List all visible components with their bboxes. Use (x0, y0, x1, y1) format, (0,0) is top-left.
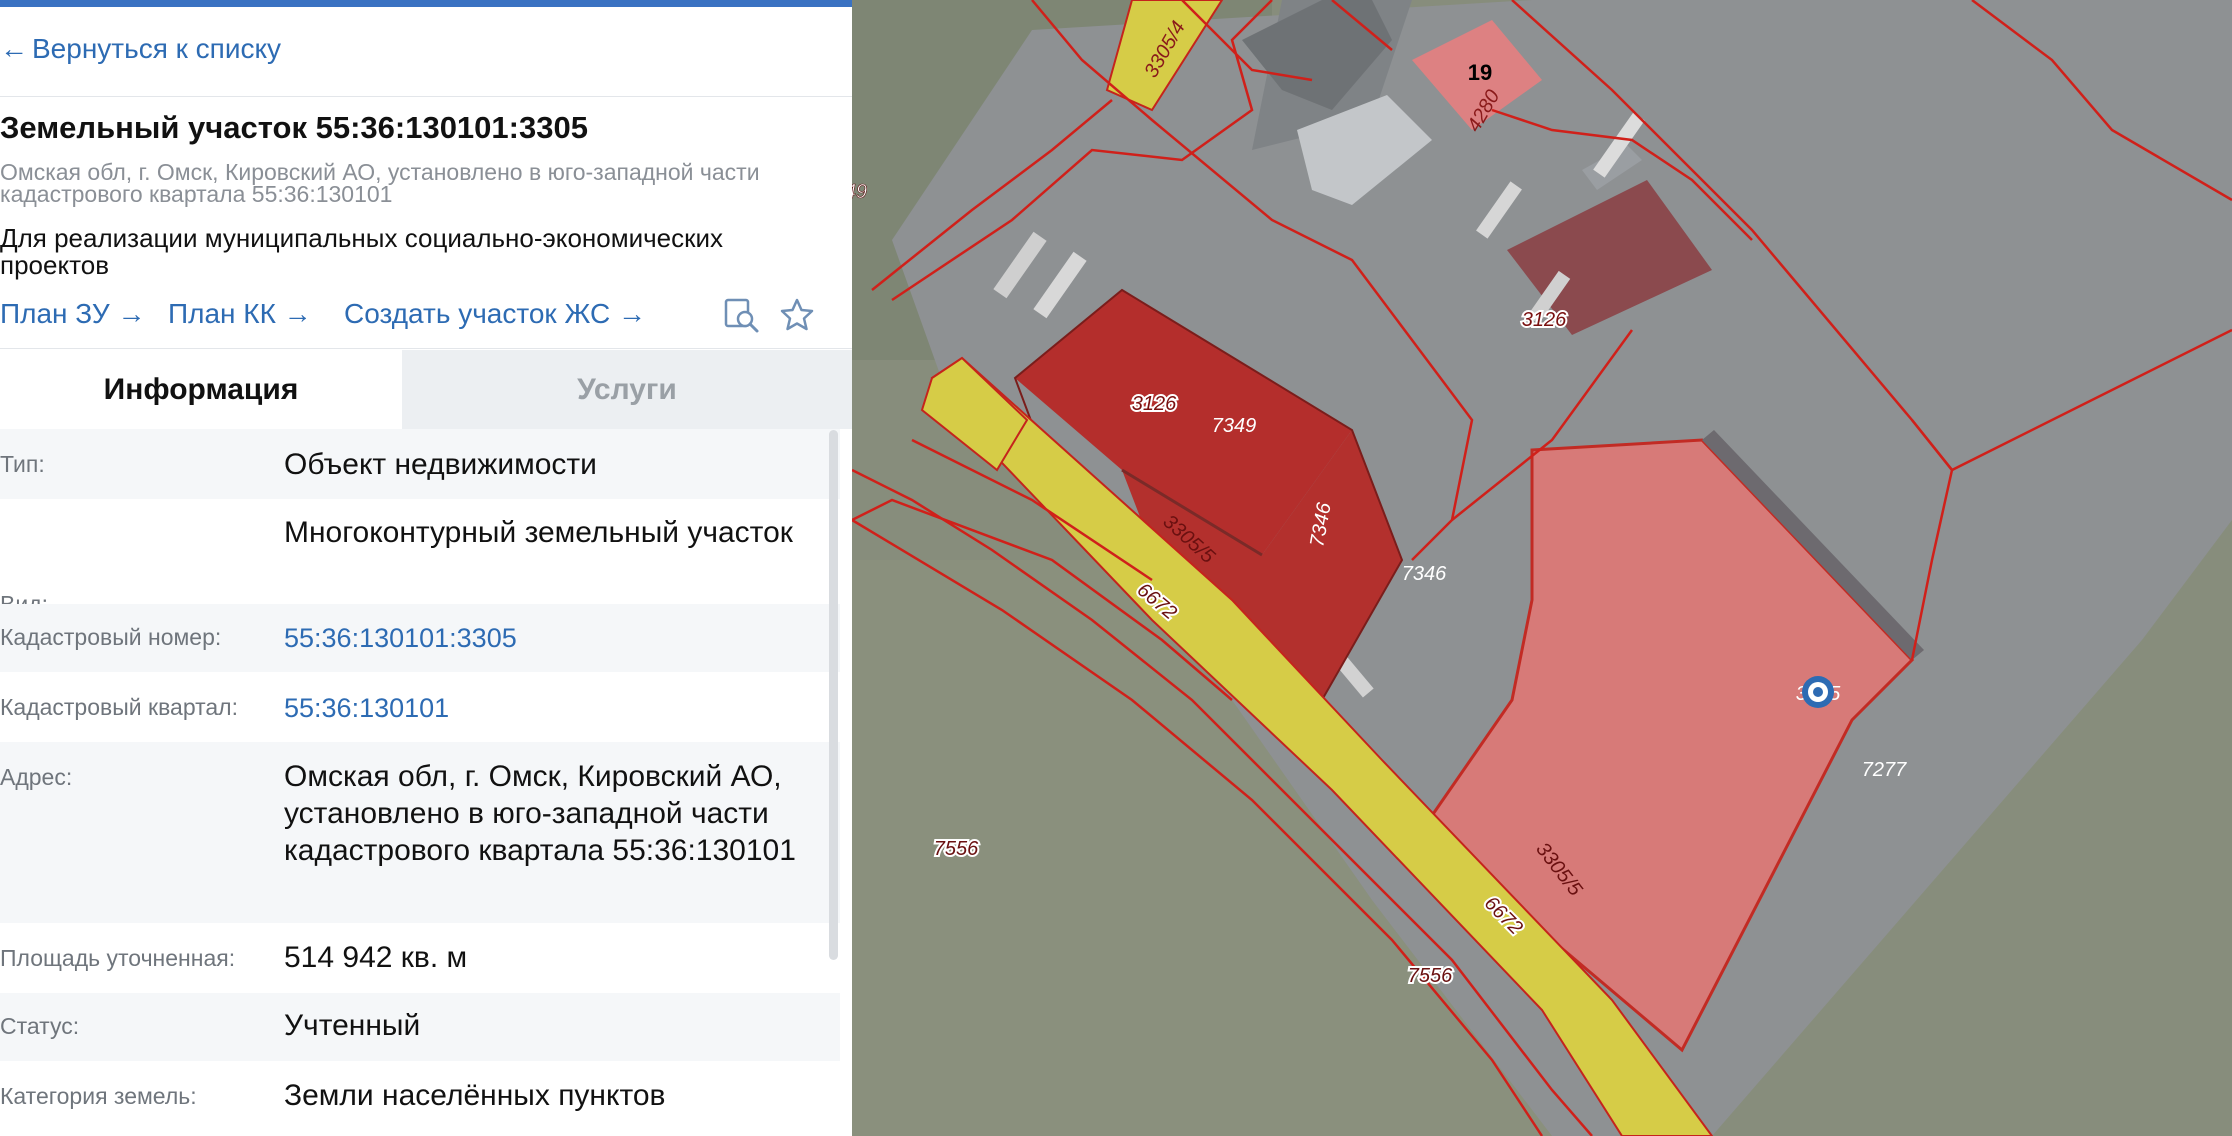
row-key: Тип: (0, 451, 45, 477)
create-zhs-label: Создать участок ЖС (344, 298, 611, 329)
row-key: Статус: (0, 1013, 80, 1039)
map-view[interactable]: 19 4280 49 3305/4 3126 3126 7349 7346 73… (852, 0, 2232, 1136)
table-row: Кадастровый номер: 55:36:130101:3305 (0, 604, 840, 672)
row-key: Категория земель: (0, 1083, 197, 1109)
divider (0, 96, 852, 97)
map-label: 7349 (1212, 415, 1257, 437)
map-label: 19 (1468, 60, 1492, 85)
plan-kk-link[interactable]: План КК → (168, 298, 312, 330)
cadastral-number-link[interactable]: 55:36:130101:3305 (284, 620, 824, 657)
divider (0, 348, 852, 349)
arrow-right-icon: → (275, 298, 312, 329)
star-icon[interactable] (778, 296, 816, 334)
row-value: Объект недвижимости (284, 448, 597, 481)
row-key: Кадастровый номер: (0, 624, 222, 650)
arrow-right-icon: → (610, 298, 646, 329)
row-key: Адрес: (0, 764, 73, 790)
row-value: Земли населённых пунктов (284, 1079, 666, 1112)
table-row: Площадь уточненная: 514 942 кв. м (0, 923, 840, 993)
cadastral-quarter-link[interactable]: 55:36:130101 (284, 690, 824, 727)
plan-zu-label: План ЗУ (0, 298, 110, 329)
map-label: 3126 (1132, 393, 1177, 415)
map-label: 7346 (1402, 563, 1447, 585)
create-zhs-link[interactable]: Создать участок ЖС → (344, 298, 646, 330)
panel-scrollbar[interactable] (829, 430, 838, 960)
arrow-right-icon: → (109, 298, 146, 329)
tab-bar: Информация Услуги (0, 350, 852, 429)
map-label: 7556 (934, 838, 979, 860)
back-to-list-label: Вернуться к списку (32, 33, 282, 64)
row-key: Кадастровый квартал: (0, 694, 238, 720)
row-key: Площадь уточненная: (0, 945, 236, 971)
document-search-icon[interactable] (722, 296, 760, 334)
parcel-purpose: Для реализации муниципальных социально-э… (0, 223, 724, 280)
back-to-list-link[interactable]: ← Вернуться к списку (0, 33, 281, 65)
map-label: 7277 (1862, 759, 1907, 781)
plan-zu-link[interactable]: План ЗУ → (0, 298, 145, 330)
map-label: 3126 (1522, 309, 1567, 331)
row-value: 514 942 кв. м (284, 941, 468, 974)
row-value: Омская обл, г. Омск, Кировский АО, устан… (284, 760, 796, 867)
parcel-address-subtitle: Омская обл, г. Омск, Кировский АО, устан… (0, 159, 760, 207)
table-row: Кадастровый квартал: 55:36:130101 (0, 672, 840, 742)
back-arrow-icon: ← (0, 33, 28, 64)
info-panel: ← Вернуться к списку Земельный участок 55… (0, 0, 852, 1136)
row-value: Многоконтурный земельный участок (284, 516, 793, 549)
table-row: Тип: Объект недвижимости (0, 429, 840, 499)
tab-services[interactable]: Услуги (402, 350, 852, 429)
location-marker-icon[interactable] (1802, 676, 1834, 708)
table-row: Категория земель: Земли населённых пункт… (0, 1061, 840, 1133)
tab-information[interactable]: Информация (0, 350, 402, 429)
table-row: Статус: Учтенный (0, 993, 840, 1061)
satellite-map[interactable]: 19 4280 49 3305/4 3126 3126 7349 7346 73… (852, 0, 2232, 1136)
map-label: 49 (852, 181, 867, 203)
plan-kk-label: План КК (168, 298, 276, 329)
map-label: 7556 (1408, 965, 1453, 987)
row-value: Учтенный (284, 1009, 421, 1042)
panel-top-bar (0, 0, 852, 7)
page-title: Земельный участок 55:36:130101:3305 (0, 110, 588, 145)
table-row: Адрес: Омская обл, г. Омск, Кировский АО… (0, 742, 840, 923)
